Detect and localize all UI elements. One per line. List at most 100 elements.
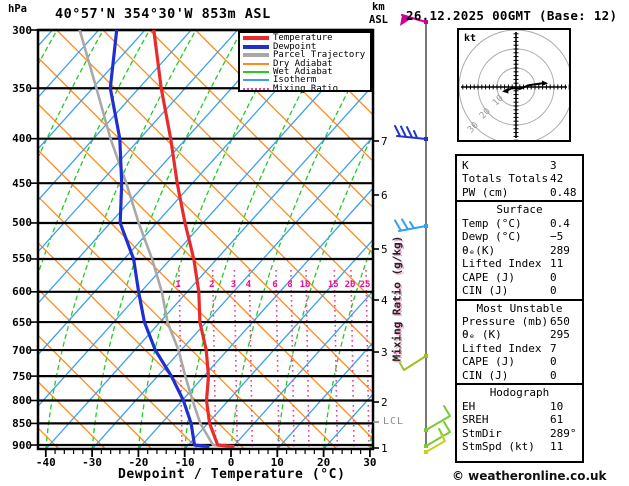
legend-line-sample-icon: [243, 36, 269, 41]
table-row-label: StmDir: [462, 426, 502, 440]
table-row-label: θₑ(K): [462, 243, 496, 257]
mixing-ratio-line: [248, 269, 254, 448]
pressure-tick-label: 700: [12, 343, 32, 357]
table-section-divider: [457, 200, 582, 203]
table-row: θₑ (K) 295: [457, 328, 582, 341]
table-row-label: K: [462, 159, 469, 172]
table-row-value: 10: [550, 399, 564, 413]
valid-datetime: 26.12.2025 00GMT (Base: 12): [406, 8, 618, 23]
table-row-label: CAPE (J): [462, 270, 515, 284]
km-tick-label: 4: [381, 293, 388, 307]
wind-barb-base-dot: [424, 354, 428, 358]
table-row: StmDir 289°: [457, 427, 582, 440]
table-row-label: CIN (J): [462, 284, 509, 298]
temp-tick-label: -20: [128, 456, 149, 469]
mixing-ratio-value-label: 25: [359, 280, 371, 290]
table-row-value: 289: [550, 243, 570, 257]
wind-barb-icon: [425, 433, 446, 453]
table-row-label: StmSpd (kt): [462, 440, 535, 454]
temp-tick-label: 20: [316, 456, 331, 469]
table-section-header: Surface: [496, 203, 543, 217]
mixing-ratio-axis-label: Mixing Ratio (g/kg): [390, 235, 404, 362]
table-row-value: 7: [550, 341, 557, 355]
table-row-value: 3: [550, 159, 557, 172]
pressure-tick-label: 450: [12, 176, 32, 190]
km-tick-label: 3: [381, 345, 388, 359]
mixing-ratio-line: [333, 269, 339, 448]
pressure-tick-label: 900: [12, 438, 32, 452]
table-row-label: SREH: [462, 413, 489, 427]
hodograph-trace-arrowhead: [502, 88, 509, 94]
temp-tick-label: -10: [174, 456, 195, 469]
table-row-label: PW (cm): [462, 185, 509, 199]
page-title: 40°57'N 354°30'W 853m ASL: [55, 6, 271, 22]
pressure-axis-unit: hPa: [8, 3, 27, 15]
table-row-value: 650: [550, 314, 570, 328]
pressure-tick-label: 300: [12, 23, 32, 37]
km-tick-label: 1: [381, 441, 388, 455]
chart-legend: Temperature Dewpoint Parcel Trajectory Dry …: [238, 31, 372, 94]
table-row: CAPE (J) 0: [457, 355, 582, 368]
table-row-value: 0: [550, 355, 557, 369]
hodograph-box: kt 10 20 30: [457, 28, 571, 142]
table-row-label: CAPE (J): [462, 355, 515, 369]
km-tick-label: 5: [381, 242, 388, 256]
table-row-value: −5: [550, 230, 564, 244]
wind-barb-base-dot: [424, 137, 428, 141]
table-row-value: 295: [550, 328, 570, 342]
altitude-axis-unit-km: km: [372, 1, 385, 13]
pressure-tick-label: 500: [12, 216, 32, 230]
legend-line-sample-icon: [243, 79, 269, 82]
pressure-tick-label: 800: [12, 394, 32, 407]
table-row-value: 0: [550, 368, 557, 382]
mixing-ratio-line: [350, 269, 355, 448]
table-row: PW (cm) 0.48: [457, 186, 582, 199]
wind-barb-icon: [425, 421, 451, 447]
wind-barb-base-dot: [424, 450, 428, 454]
temp-tick-label: -40: [35, 456, 56, 469]
table-row: Lifted Index 11: [457, 257, 582, 270]
table-row-value: 61: [550, 413, 564, 427]
table-row: CIN (J) 0: [457, 369, 582, 382]
table-row-value: 0: [550, 284, 557, 298]
pressure-tick-label: 350: [12, 81, 32, 95]
legend-item: Mixing Ratio: [243, 83, 370, 94]
table-row-label: EH: [462, 399, 476, 413]
copyright-text: © weatheronline.co.uk: [452, 469, 607, 483]
table-row-label: Lifted Index: [462, 341, 542, 355]
legend-line-sample-icon: [243, 44, 269, 49]
mixing-ratio-value-label: 4: [245, 280, 251, 290]
table-row: θₑ(K) 289: [457, 244, 582, 257]
legend-line-sample-icon: [243, 87, 269, 90]
table-row: Dewp (°C) −5: [457, 230, 582, 243]
temp-tick-label: 30: [363, 456, 377, 469]
table-row-value: 289°: [550, 426, 577, 440]
table-row-value: 0.48: [550, 185, 577, 199]
altitude-axis-unit-asl: ASL: [369, 14, 388, 26]
temp-tick-label: -30: [82, 456, 103, 469]
temp-tick-label: 0: [227, 456, 235, 469]
km-tick-label: 7: [381, 134, 388, 148]
pressure-tick-label: 650: [12, 315, 32, 329]
table-row-value: 0.4: [550, 216, 570, 230]
table-row-value: 42: [550, 172, 564, 186]
skewt-sounding-page: hPa 40°57'N 354°30'W 853m ASL km ASL 26.…: [0, 0, 629, 486]
table-row: CAPE (J) 0: [457, 271, 582, 284]
temp-tick-label: 10: [270, 456, 284, 469]
table-row-value: 11: [550, 257, 564, 271]
sounding-curves-group: [78, 30, 235, 449]
table-row: Pressure (mb) 650: [457, 315, 582, 328]
table-row-label: Temp (°C): [462, 216, 522, 230]
table-section-divider: [457, 383, 582, 386]
indices-table: K 3 Totals Totals 42 PW (cm) 0.48 Surface Temp …: [455, 154, 584, 463]
mixing-ratio-value-label: 2: [208, 280, 215, 290]
table-row: Lifted Index 7: [457, 342, 582, 355]
km-tick-label: 6: [381, 188, 388, 202]
table-row: Totals Totals 42: [457, 172, 582, 185]
legend-item-label: Mixing Ratio: [273, 83, 339, 94]
x-axis-title: Dewpoint / Temperature (°C): [118, 467, 346, 482]
hodograph-trace-arrowhead: [542, 80, 548, 86]
table-row-label: CIN (J): [462, 368, 509, 382]
table-section-header: Hodograph: [489, 386, 550, 400]
wind-barb-base-dot: [424, 428, 428, 432]
